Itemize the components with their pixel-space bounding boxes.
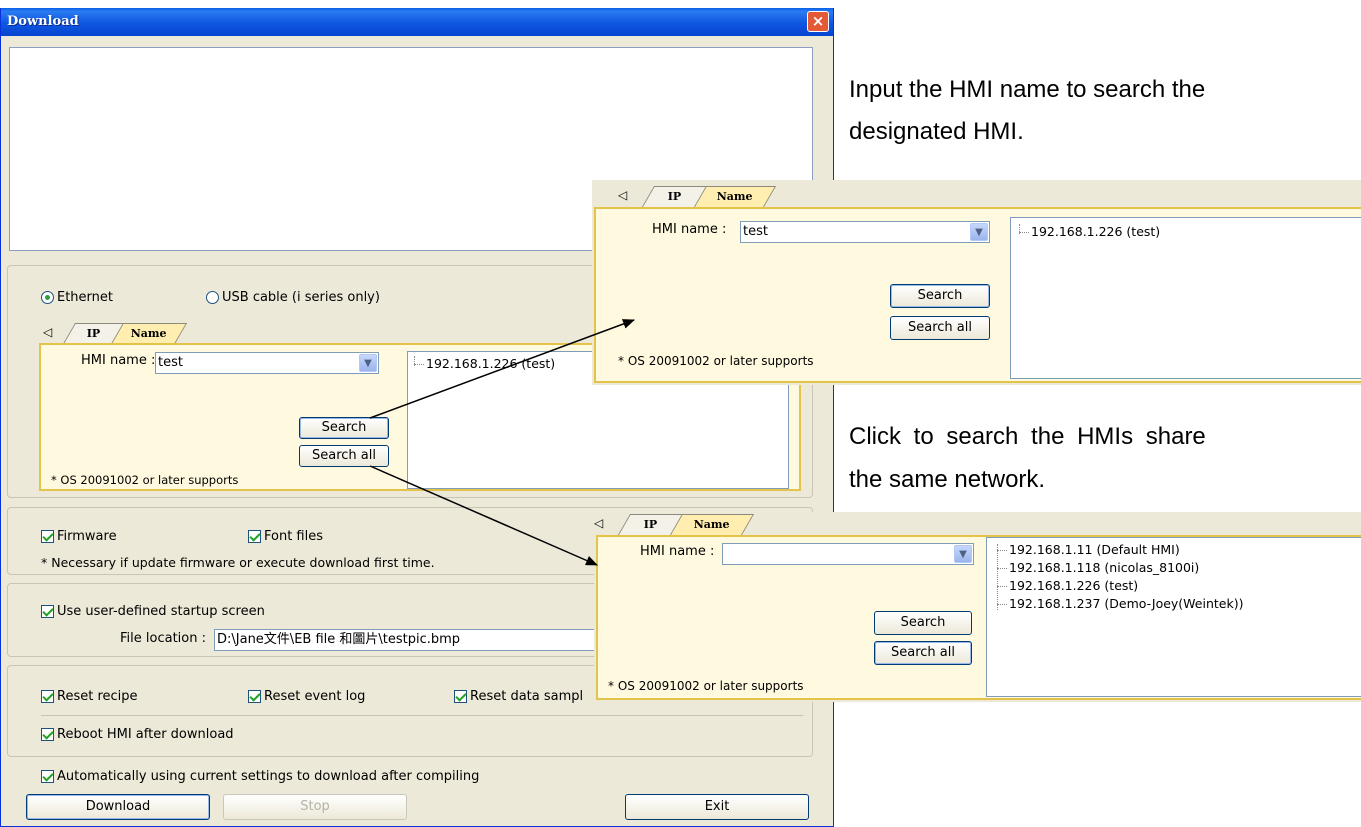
hmi-name-combo[interactable]: ▼ — [722, 543, 974, 565]
reset-data-sampling-checkbox[interactable]: Reset data sampl — [454, 689, 583, 704]
stop-button[interactable]: Stop — [223, 794, 407, 820]
reset-recipe-label: Reset recipe — [57, 689, 138, 704]
window-title: Download — [7, 14, 79, 29]
callout-bottom-tabs: ◁ IP Name — [594, 514, 764, 535]
startup-screen-checkbox[interactable]: Use user-defined startup screen — [41, 604, 265, 619]
search-button[interactable]: Search — [874, 611, 972, 635]
reboot-checkbox[interactable]: Reboot HMI after download — [41, 727, 234, 742]
search-all-button[interactable]: Search all — [890, 316, 990, 340]
exit-button[interactable]: Exit — [625, 794, 809, 820]
font-files-checkbox[interactable]: Font files — [248, 529, 323, 544]
reset-data-sampling-label: Reset data sampl — [470, 689, 584, 704]
tab-name[interactable]: Name — [693, 186, 777, 207]
callout-top-panel: HMI name : test ▼ Search Search all * OS… — [594, 207, 1361, 383]
tab-scroll-left-icon[interactable]: ◁ — [594, 516, 603, 530]
hmi-name-value: test — [158, 355, 183, 370]
usb-radio-dot[interactable] — [206, 291, 219, 304]
search-all-button[interactable]: Search all — [874, 641, 972, 665]
download-dialog: Download × Ethernet USB cable (i series … — [0, 8, 834, 827]
os-note: * OS 20091002 or later supports — [608, 679, 804, 693]
hmi-name-combo[interactable]: test ▼ — [740, 221, 990, 243]
hmi-name-label: HMI name : — [640, 544, 715, 559]
hmi-name-label: HMI name : — [81, 353, 156, 368]
close-button[interactable]: × — [807, 11, 829, 32]
tab-scroll-left-icon[interactable]: ◁ — [618, 188, 627, 202]
startup-screen-label: Use user-defined startup screen — [57, 604, 265, 619]
caption-name-tab-line1: Input the HMI name to search the — [849, 76, 1206, 103]
caption-search-all-line2: the same network. — [849, 466, 1046, 493]
ethernet-label: Ethernet — [57, 290, 113, 305]
list-item[interactable]: 192.168.1.11 (Default HMI) — [997, 542, 1180, 557]
firmware-checkbox[interactable]: Firmware — [41, 529, 117, 544]
font-files-label: Font files — [264, 529, 324, 544]
search-all-button[interactable]: Search all — [299, 445, 389, 467]
hmi-name-label: HMI name : — [652, 222, 727, 237]
usb-label: USB cable (i series only) — [222, 290, 380, 305]
file-location-input[interactable]: D:\Jane文件\EB file 和圖片\testpic.bmp — [214, 629, 601, 651]
list-item[interactable]: 192.168.1.237 (Demo-Joey(Weintek)) — [996, 596, 1243, 611]
os-note: * OS 20091002 or later supports — [51, 473, 239, 487]
firmware-note: * Necessary if update firmware or execut… — [41, 555, 435, 570]
list-item[interactable]: 192.168.1.226 (test) — [1018, 224, 1160, 239]
hmi-results-list[interactable]: 192.168.1.226 (test) — [1010, 217, 1361, 379]
callout-bottom: ◁ IP Name HMI name : ▼ Search Search all… — [594, 512, 1361, 702]
ethernet-radio-dot[interactable] — [41, 291, 54, 304]
tab-name[interactable]: Name — [110, 323, 188, 344]
search-tabs: ◁ IP Name — [43, 323, 203, 344]
reset-event-log-checkbox[interactable]: Reset event log — [248, 689, 365, 704]
auto-download-checkbox[interactable]: Automatically using current settings to … — [41, 769, 479, 784]
hmi-name-value: test — [743, 224, 768, 239]
chevron-down-icon[interactable]: ▼ — [954, 545, 972, 563]
callout-top-tabs: ◁ IP Name — [618, 186, 788, 207]
title-bar[interactable]: Download × — [1, 8, 833, 36]
search-button[interactable]: Search — [890, 284, 990, 308]
chevron-down-icon[interactable]: ▼ — [359, 354, 377, 372]
hmi-results-list[interactable]: 192.168.1.11 (Default HMI) 192.168.1.118… — [986, 537, 1361, 697]
auto-download-label: Automatically using current settings to … — [57, 769, 480, 784]
reset-event-log-label: Reset event log — [264, 689, 366, 704]
usb-radio[interactable]: USB cable (i series only) — [206, 290, 380, 305]
os-note: * OS 20091002 or later supports — [618, 354, 814, 368]
list-item[interactable]: 192.168.1.226 (test) — [413, 356, 555, 371]
tab-name[interactable]: Name — [669, 514, 755, 535]
caption-search-all-line1: Click to search the HMIs share — [849, 423, 1206, 450]
hmi-name-combo[interactable]: test ▼ — [155, 352, 379, 374]
tab-scroll-left-icon[interactable]: ◁ — [43, 325, 52, 339]
callout-bottom-panel: HMI name : ▼ Search Search all * OS 2009… — [596, 535, 1361, 700]
download-button[interactable]: Download — [26, 794, 210, 820]
close-icon: × — [811, 12, 825, 30]
callout-top: ◁ IP Name HMI name : test ▼ Search Searc… — [592, 180, 1361, 385]
list-item[interactable]: 192.168.1.226 (test) — [996, 578, 1138, 593]
search-button[interactable]: Search — [299, 417, 389, 439]
reboot-label: Reboot HMI after download — [57, 727, 234, 742]
tree-line — [997, 544, 998, 610]
file-location-label: File location : — [120, 631, 206, 646]
file-location-value: D:\Jane文件\EB file 和圖片\testpic.bmp — [217, 632, 461, 647]
firmware-label: Firmware — [57, 529, 117, 544]
caption-name-tab-line2: designated HMI. — [849, 118, 1024, 145]
ethernet-radio[interactable]: Ethernet — [41, 290, 113, 305]
chevron-down-icon[interactable]: ▼ — [970, 223, 988, 241]
reset-divider — [41, 715, 803, 716]
list-item[interactable]: 192.168.1.118 (nicolas_8100i) — [996, 560, 1199, 575]
reset-recipe-checkbox[interactable]: Reset recipe — [41, 689, 138, 704]
